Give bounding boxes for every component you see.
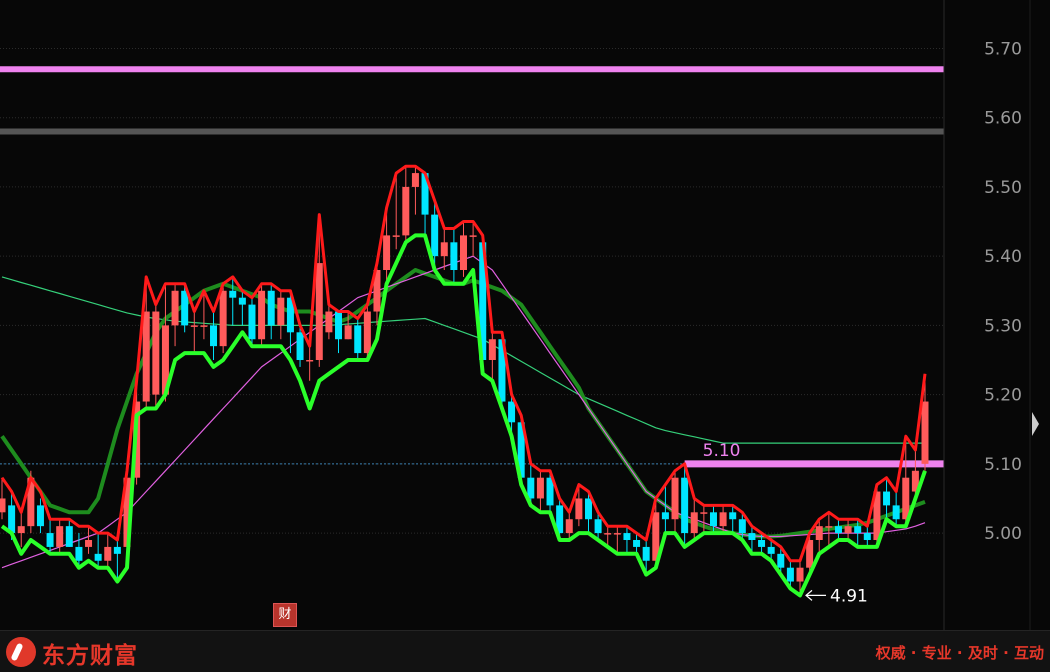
support-level-label: 5.10: [703, 441, 741, 461]
y-tick-label: 5.70: [984, 39, 1022, 59]
y-tick-label: 5.10: [984, 455, 1022, 475]
y-tick-label: 5.60: [984, 109, 1022, 129]
brand-name: 东方财富: [42, 643, 138, 669]
y-tick-label: 5.20: [984, 386, 1022, 406]
y-tick-label: 5.30: [984, 316, 1022, 336]
candle: [248, 297, 256, 347]
y-tick-label: 5.00: [984, 524, 1022, 544]
y-tick-label: 5.50: [984, 178, 1022, 198]
candlestick-chart: 5.10 4.91 5.00 5.10 5.20 5.30 5.40 5.50 5.60 5.…: [0, 0, 1050, 630]
finance-badge[interactable]: 财: [273, 603, 297, 627]
low-price-label: 4.91: [830, 586, 868, 606]
brand-slogan: 权威 · 专业 · 及时 · 互动: [875, 644, 1044, 662]
eastmoney-logo-icon: [6, 637, 36, 667]
y-tick-label: 5.40: [984, 247, 1022, 267]
candle: [258, 283, 266, 347]
footer-bar: 东方财富 权威 · 专业 · 及时 · 互动: [0, 630, 1050, 672]
candle: [152, 304, 160, 409]
